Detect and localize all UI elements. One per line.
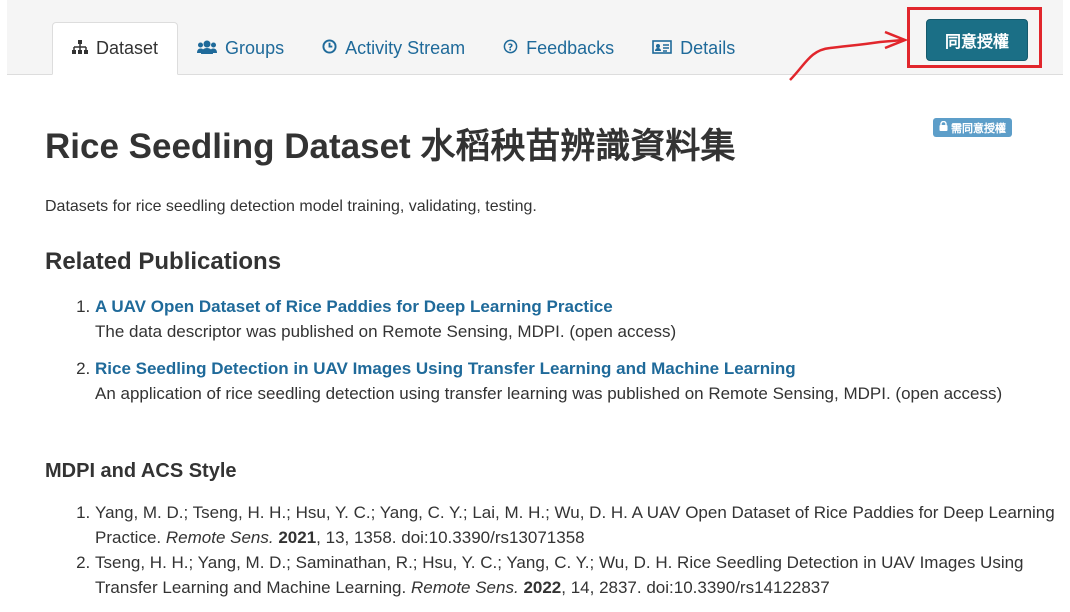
journal-name: Remote Sens. xyxy=(165,528,274,547)
citation-details: , 13, 1358. doi:10.3390/rs13071358 xyxy=(316,528,585,547)
citation-style-heading: MDPI and ACS Style xyxy=(45,460,237,482)
users-icon xyxy=(197,38,218,59)
citation-year: 2021 xyxy=(278,528,317,547)
tab-groups[interactable]: Groups xyxy=(178,22,303,74)
citation-year: 2022 xyxy=(523,578,562,597)
svg-text:?: ? xyxy=(508,42,513,53)
list-item: Rice Seedling Detection in UAV Images Us… xyxy=(95,356,1070,406)
access-required-badge: 需同意授權 xyxy=(933,118,1012,137)
citation-details: , 14, 2837. doi:10.3390/rs14122837 xyxy=(561,578,830,597)
red-arrow-annotation xyxy=(789,30,909,81)
citation-list: Yang, M. D.; Tseng, H. H.; Hsu, Y. C.; Y… xyxy=(45,500,1070,600)
tab-label: Feedbacks xyxy=(526,37,615,58)
publication-link[interactable]: Rice Seedling Detection in UAV Images Us… xyxy=(95,359,796,378)
tab-bar: Dataset Groups Activity Stream ? Feedbac… xyxy=(52,22,754,75)
publication-list: A UAV Open Dataset of Rice Paddies for D… xyxy=(45,294,1070,418)
badge-label: 需同意授權 xyxy=(951,121,1006,135)
clock-icon xyxy=(322,38,337,59)
related-publications-heading: Related Publications xyxy=(45,248,282,275)
tab-label: Activity Stream xyxy=(345,37,466,58)
grant-consent-button[interactable]: 同意授權 xyxy=(926,19,1028,61)
tab-label: Details xyxy=(680,37,736,58)
sitemap-icon xyxy=(72,38,88,59)
lock-icon xyxy=(939,120,948,134)
publication-note: The data descriptor was published on Rem… xyxy=(95,322,677,341)
list-item: Tseng, H. H.; Yang, M. D.; Saminathan, R… xyxy=(95,550,1070,600)
list-item: A UAV Open Dataset of Rice Paddies for D… xyxy=(95,294,1070,344)
id-card-icon xyxy=(652,38,672,59)
page-title: Rice Seedling Dataset 水稻秧苗辨識資料集 xyxy=(45,127,736,166)
question-circle-icon: ? xyxy=(503,38,518,59)
tab-details[interactable]: Details xyxy=(633,22,754,74)
journal-name: Remote Sens. xyxy=(410,578,519,597)
tab-dataset[interactable]: Dataset xyxy=(52,22,179,75)
tab-activity-stream[interactable]: Activity Stream xyxy=(303,22,484,74)
tab-feedbacks[interactable]: ? Feedbacks xyxy=(484,22,633,74)
list-item: Yang, M. D.; Tseng, H. H.; Hsu, Y. C.; Y… xyxy=(95,500,1070,550)
tab-label: Dataset xyxy=(96,38,159,58)
publication-note: An application of rice seedling detectio… xyxy=(95,384,1003,403)
publication-link[interactable]: A UAV Open Dataset of Rice Paddies for D… xyxy=(95,297,613,316)
tab-label: Groups xyxy=(225,37,285,58)
dataset-description: Datasets for rice seedling detection mod… xyxy=(45,198,537,215)
